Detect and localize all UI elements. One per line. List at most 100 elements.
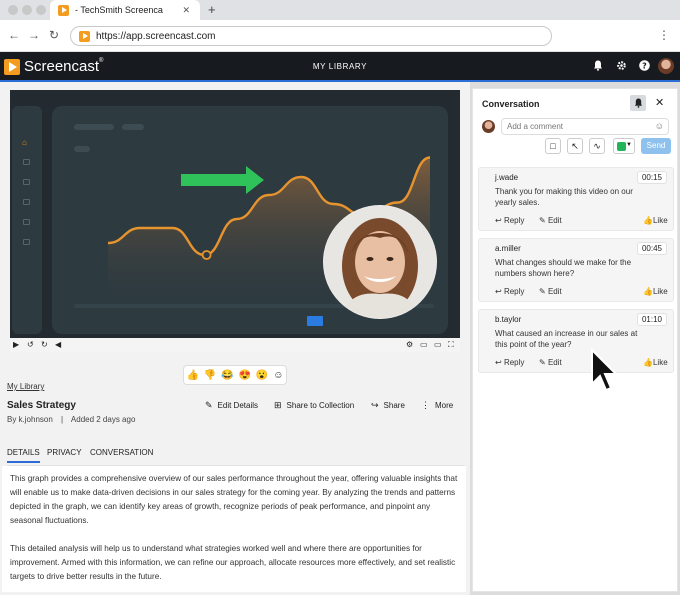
- tab-privacy[interactable]: PRIVACY: [47, 448, 82, 457]
- reload-icon[interactable]: ↻: [49, 28, 59, 42]
- video-controls: ▶ ↺ ↻ ◀ ⚙ ▭ ▭ ⛶: [10, 338, 460, 352]
- caption-icon: [307, 316, 323, 326]
- breadcrumb-my-library[interactable]: My Library: [7, 382, 44, 391]
- reply-button[interactable]: ↩ Reply: [495, 358, 524, 367]
- forward-icon[interactable]: ↻: [41, 340, 48, 349]
- presenter-webcam: [323, 205, 437, 319]
- comment-timestamp[interactable]: 00:15: [636, 171, 667, 184]
- address-bar-row: ← → ↻ https://app.screencast.com ⋮: [0, 20, 680, 52]
- reply-icon: ↩: [495, 358, 504, 367]
- page-title: MY LIBRARY: [312, 62, 368, 71]
- video-title: Sales Strategy: [7, 400, 76, 411]
- commenter-avatar: [482, 120, 495, 133]
- window-minimize-dot[interactable]: [22, 5, 32, 15]
- reply-button[interactable]: ↩ Reply: [495, 287, 524, 296]
- tab-conversation[interactable]: CONVERSATION: [90, 448, 153, 457]
- comment-user: j.wade: [495, 173, 519, 182]
- color-swatch: [617, 142, 626, 151]
- edit-label: Edit: [547, 216, 562, 225]
- reply-icon: ↩: [495, 216, 504, 225]
- window-close-dot[interactable]: [8, 5, 18, 15]
- meta-separator: |: [61, 415, 64, 424]
- tab-title: - TechSmith Screenca: [75, 5, 163, 15]
- arrow-tool-icon[interactable]: ↖: [567, 138, 583, 154]
- conversation-title: Conversation: [482, 99, 540, 109]
- send-button[interactable]: Send: [641, 138, 671, 154]
- subscribe-bell-icon[interactable]: [630, 95, 646, 111]
- comment-card[interactable]: j.wade 00:15 Thank you for making this v…: [478, 167, 674, 231]
- reply-button[interactable]: ↩ Reply: [495, 216, 524, 225]
- edit-button[interactable]: ✎ Edit: [539, 287, 562, 296]
- like-button[interactable]: 👍Like: [643, 358, 668, 367]
- conversation-panel: Conversation ✕ Add a comment ☺ □ ↖ ∿ ▼ S…: [472, 88, 678, 592]
- help-icon[interactable]: ?: [639, 60, 650, 74]
- rectangle-tool-icon[interactable]: □: [545, 138, 561, 154]
- surprised-icon[interactable]: 😮: [256, 370, 268, 381]
- thumbs-down-icon[interactable]: 👎: [204, 370, 216, 381]
- close-icon[interactable]: ✕: [655, 96, 664, 109]
- play-icon[interactable]: ▶: [13, 340, 19, 349]
- video-player[interactable]: ⌂: [10, 90, 460, 338]
- freehand-tool-icon[interactable]: ∿: [589, 138, 605, 154]
- thumbs-up-icon[interactable]: 👍: [186, 370, 198, 381]
- pencil-icon: ✎: [205, 400, 213, 410]
- comment-card[interactable]: a.miller 00:45 What changes should we ma…: [478, 238, 674, 302]
- edit-button[interactable]: ✎ Edit: [539, 216, 562, 225]
- share-arrow-icon: ↪: [371, 400, 379, 410]
- detail-tabs: DETAILS PRIVACY CONVERSATION: [7, 446, 465, 466]
- edit-label: Edit: [547, 358, 562, 367]
- back-arrow-icon[interactable]: ←: [8, 28, 20, 42]
- like-button[interactable]: 👍Like: [643, 287, 668, 296]
- new-tab-button[interactable]: +: [208, 2, 216, 17]
- comment-text: Thank you for making this video on our y…: [495, 187, 633, 207]
- more-label: More: [435, 401, 454, 410]
- comment-timestamp[interactable]: 01:10: [636, 313, 667, 326]
- like-button[interactable]: 👍Like: [643, 216, 668, 225]
- browser-tab[interactable]: - TechSmith Screenca ✕: [50, 0, 200, 20]
- settings-gear-icon[interactable]: [616, 60, 627, 74]
- user-avatar[interactable]: [658, 58, 674, 74]
- tab-details[interactable]: DETAILS: [7, 448, 40, 463]
- comment-user: b.taylor: [495, 315, 522, 324]
- share-to-collection-button[interactable]: ⊞ Share to Collection: [274, 400, 354, 411]
- settings-icon[interactable]: ⚙: [406, 340, 413, 349]
- comment-timestamp[interactable]: 00:45: [636, 242, 667, 255]
- comment-card[interactable]: b.taylor 01:10 What caused an increase i…: [478, 309, 674, 373]
- edit-button[interactable]: ✎ Edit: [539, 358, 562, 367]
- forward-arrow-icon[interactable]: →: [28, 28, 40, 42]
- fullscreen-icon[interactable]: ⛶: [448, 340, 454, 350]
- edit-details-button[interactable]: ✎ Edit Details: [205, 400, 258, 411]
- app-header: Screencast ® MY LIBRARY ?: [0, 52, 680, 82]
- reply-label: Reply: [503, 358, 525, 367]
- added-date: Added 2 days ago: [70, 415, 136, 424]
- tab-close-icon[interactable]: ✕: [182, 5, 190, 16]
- url-field[interactable]: https://app.screencast.com: [70, 26, 552, 46]
- volume-icon[interactable]: ◀: [55, 340, 61, 349]
- laughing-icon[interactable]: 😂: [221, 370, 233, 381]
- rewind-icon[interactable]: ↺: [27, 340, 34, 349]
- browser-menu-icon[interactable]: ⋮: [658, 28, 670, 42]
- pencil-icon: ✎: [539, 287, 548, 296]
- theater-icon[interactable]: ▭: [434, 340, 442, 349]
- captions-icon[interactable]: ▭: [420, 340, 428, 349]
- notification-bell-icon[interactable]: [593, 60, 603, 74]
- window-maximize-dot[interactable]: [36, 5, 46, 15]
- svg-text:?: ?: [642, 61, 647, 70]
- share-button[interactable]: ↪ Share: [371, 400, 405, 411]
- description-paragraph: This graph provides a comprehensive over…: [10, 474, 458, 525]
- emoji-icon[interactable]: ☺: [655, 121, 664, 131]
- chart-point: [201, 250, 212, 260]
- green-arrow-icon: [181, 166, 264, 194]
- comment-input[interactable]: Add a comment ☺: [501, 118, 669, 135]
- video-meta: By k.johnson | Added 2 days ago: [7, 415, 135, 424]
- author: By k.johnson: [7, 415, 53, 424]
- more-button[interactable]: ⋮ More: [421, 400, 453, 411]
- comment-placeholder: Add a comment: [507, 122, 564, 131]
- description-paragraph: This detailed analysis will help us to u…: [10, 544, 456, 581]
- more-vertical-icon: ⋮: [421, 400, 430, 410]
- collection-icon: ⊞: [274, 400, 282, 410]
- reply-label: Reply: [503, 216, 525, 225]
- heart-eyes-icon[interactable]: 😍: [239, 370, 251, 381]
- add-reaction-icon[interactable]: ☺: [273, 370, 283, 381]
- color-picker[interactable]: ▼: [613, 138, 635, 154]
